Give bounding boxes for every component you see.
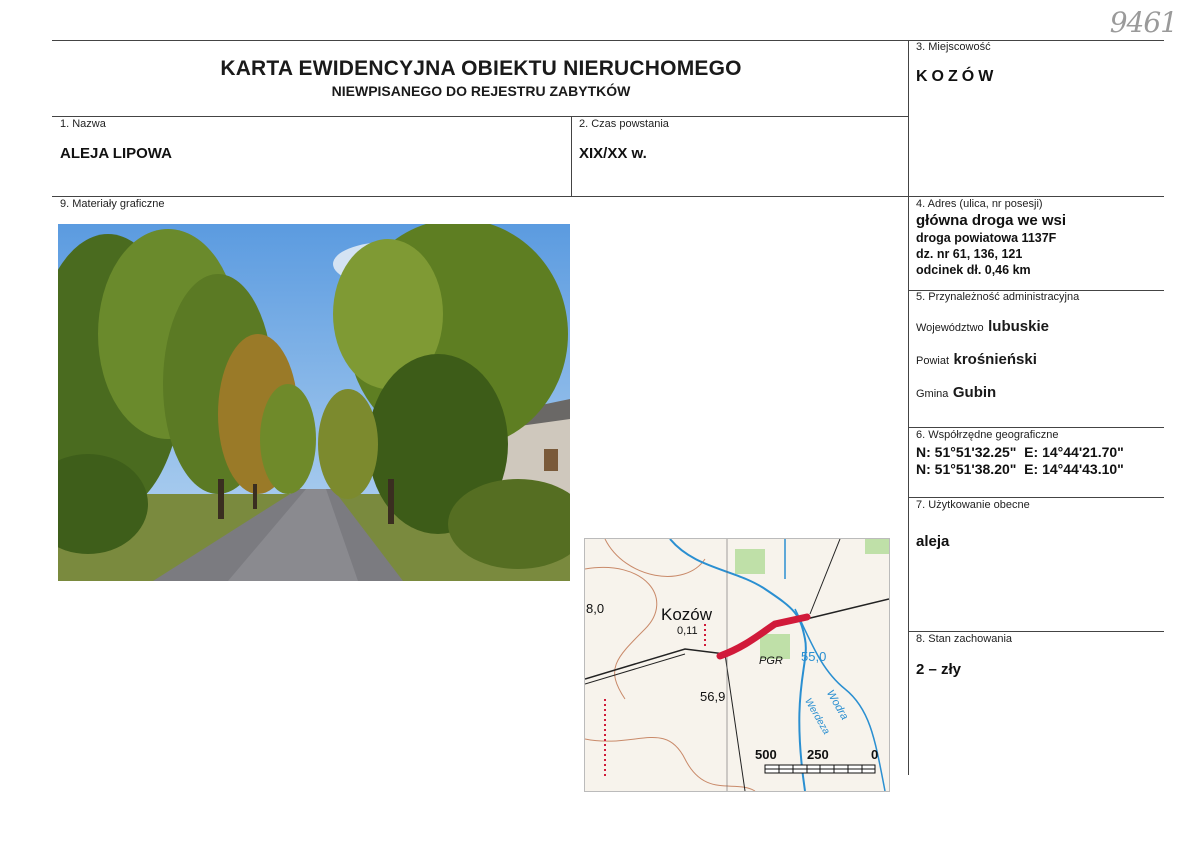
czas-value: XIX/XX w. xyxy=(579,145,647,162)
stan-value: 2 – zły xyxy=(916,661,962,678)
miejscowosc-label: 3. Miejscowość xyxy=(916,41,991,53)
adres-line-4: odcinek dł. 0,46 km xyxy=(916,263,1031,277)
adres-label: 4. Adres (ulica, nr posesji) xyxy=(916,198,1043,210)
map-place-name: Kozów xyxy=(661,605,713,624)
czas-label: 2. Czas powstania xyxy=(579,118,669,130)
wspolrzedne-label: 6. Współrzędne geograficzne xyxy=(916,429,1059,441)
map-scale-0: 0 xyxy=(871,747,879,762)
adres-line-3: dz. nr 61, 136, 121 xyxy=(916,247,1023,261)
gmina-row: Gmina Gubin xyxy=(916,384,996,402)
wspolrzedne-line-1: N: 51°51'32.25" E: 14°44'21.70" xyxy=(916,444,1124,460)
archive-number: 9461 xyxy=(1109,6,1178,39)
powiat-row: Powiat krośnieński xyxy=(916,351,1037,369)
row-divider-2 xyxy=(52,196,1164,197)
top-border xyxy=(52,40,1164,41)
materialy-label: 9. Materiały graficzne xyxy=(60,198,165,210)
gmina-value: Gubin xyxy=(952,384,997,401)
wspolrzedne-line-2: N: 51°51'38.20" E: 14°44'43.10" xyxy=(916,461,1124,477)
document-subtitle: NIEWPISANEGO DO REJESTRU ZABYTKÓW xyxy=(331,83,631,99)
administracja-label: 5. Przynależność administracyjna xyxy=(916,291,1080,303)
right-column-divider xyxy=(908,40,909,775)
adres-line-2: droga powiatowa 1137F xyxy=(916,231,1057,245)
map-scale-250: 250 xyxy=(807,747,829,762)
powiat-label: Powiat xyxy=(916,355,950,367)
row-divider-coords xyxy=(908,497,1164,498)
uzytkowanie-value: aleja xyxy=(916,533,950,550)
uzytkowanie-label: 7. Użytkowanie obecne xyxy=(916,499,1030,511)
gmina-label: Gmina xyxy=(916,388,949,400)
row-divider-admin xyxy=(908,427,1164,428)
map-elevation-1: 8,0 xyxy=(586,601,605,616)
location-map: Kozów 8,0 0,11 56,9 55,0 PGR Wodra Werde… xyxy=(584,538,890,792)
location-map-drawing xyxy=(585,539,889,791)
map-elevation-4: 55,0 xyxy=(801,649,827,664)
alley-photo-drawing xyxy=(58,224,570,581)
nazwa-label: 1. Nazwa xyxy=(60,118,106,130)
document-title: KARTA EWIDENCYJNA OBIEKTU NIERUCHOMEGO xyxy=(220,57,742,80)
row-divider-1 xyxy=(52,116,909,117)
wojewodztwo-value: lubuskie xyxy=(988,318,1049,335)
map-scale-500: 500 xyxy=(755,747,777,762)
miejscowosc-value: KOZÓW xyxy=(916,68,998,85)
nazwa-czas-divider xyxy=(571,116,572,196)
alley-photo xyxy=(58,224,570,581)
adres-line-1: główna droga we wsi xyxy=(916,212,1067,229)
map-pgr: PGR xyxy=(759,655,783,667)
stan-label: 8. Stan zachowania xyxy=(916,633,1013,645)
wojewodztwo-label: Województwo xyxy=(916,322,984,334)
map-elevation-2: 0,11 xyxy=(677,625,698,637)
powiat-value: krośnieński xyxy=(953,351,1037,368)
wojewodztwo-row: Województwo lubuskie xyxy=(916,318,1049,336)
nazwa-value: ALEJA LIPOWA xyxy=(60,145,172,162)
map-elevation-3: 56,9 xyxy=(700,689,726,704)
row-divider-uzytk xyxy=(908,631,1164,632)
